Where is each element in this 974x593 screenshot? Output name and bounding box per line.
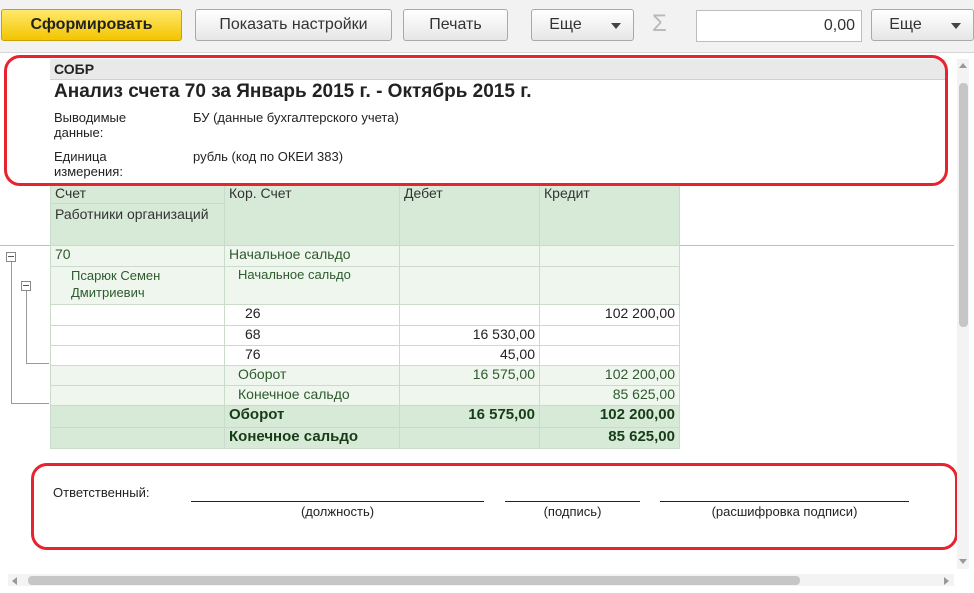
- collapse-icon[interactable]: [6, 252, 16, 262]
- cell-debit: 16 530,00: [399, 325, 540, 346]
- report-title: Анализ счета 70 за Январь 2015 г. - Октя…: [54, 81, 532, 102]
- table-row[interactable]: 68 16 530,00: [50, 325, 680, 346]
- cell-credit: [539, 325, 680, 346]
- table-row[interactable]: Конечное сальдо 85 625,00: [50, 385, 680, 406]
- vertical-scroll-thumb[interactable]: [959, 83, 968, 327]
- cell-credit: 102 200,00: [539, 304, 680, 326]
- cell-corr: 68: [224, 325, 400, 346]
- column-header-corr: Кор. Счет: [224, 184, 400, 246]
- cell-account: [50, 365, 225, 386]
- table-row[interactable]: Оборот 16 575,00 102 200,00: [50, 405, 680, 428]
- cell-account: [50, 427, 225, 449]
- scroll-right-icon[interactable]: [944, 577, 949, 585]
- column-header-debit: Дебет: [399, 184, 540, 246]
- sigma-icon: Σ: [652, 10, 667, 37]
- cell-debit: [399, 245, 540, 267]
- cell-account: Псарюк Семен Дмитриевич: [50, 266, 225, 305]
- cell-account: 70: [50, 245, 225, 267]
- more-button[interactable]: Еще: [531, 9, 634, 41]
- table-row[interactable]: Оборот 16 575,00 102 200,00: [50, 365, 680, 386]
- cell-corr: 76: [224, 345, 400, 366]
- cell-corr: Начальное сальдо: [224, 245, 400, 267]
- more-button-2[interactable]: Еще: [871, 9, 974, 41]
- chevron-down-icon: [611, 23, 621, 29]
- table-row[interactable]: 26 102 200,00: [50, 304, 680, 326]
- cell-credit: 85 625,00: [539, 385, 680, 406]
- cell-corr: 26: [224, 304, 400, 326]
- param-label-data: Выводимые данные:: [54, 110, 127, 140]
- sign-caption: (подпись): [543, 504, 602, 519]
- cell-credit: [539, 266, 680, 305]
- horizontal-scroll-thumb[interactable]: [28, 576, 800, 585]
- cell-debit: [399, 427, 540, 449]
- cell-credit: [539, 345, 680, 366]
- column-header-account: Счет: [50, 184, 225, 204]
- show-settings-button[interactable]: Показать настройки: [195, 9, 392, 41]
- organization-name: СОБР: [50, 59, 946, 80]
- sum-input[interactable]: [696, 10, 862, 42]
- sign-line: [505, 501, 640, 502]
- tree-line: [11, 262, 12, 404]
- decode-line: [660, 501, 909, 502]
- param-value-unit: рубль (код по ОКЕИ 383): [193, 149, 344, 164]
- scroll-left-icon[interactable]: [12, 577, 17, 585]
- table-row[interactable]: 70 Начальное сальдо: [50, 245, 680, 267]
- table-row[interactable]: 76 45,00: [50, 345, 680, 366]
- column-header-credit: Кредит: [539, 184, 680, 246]
- tree-line: [26, 363, 49, 364]
- scroll-up-icon[interactable]: [959, 63, 967, 68]
- cell-credit: [539, 245, 680, 267]
- cell-account: [50, 345, 225, 366]
- position-line: [191, 501, 484, 502]
- report-area[interactable]: СОБР Анализ счета 70 за Январь 2015 г. -…: [0, 52, 974, 593]
- cell-debit: [399, 304, 540, 326]
- cell-debit: [399, 266, 540, 305]
- tree-line: [26, 291, 27, 364]
- cell-credit: 102 200,00: [539, 405, 680, 428]
- cell-debit: 16 575,00: [399, 405, 540, 428]
- cell-account: [50, 304, 225, 326]
- param-label-unit: Единица измерения:: [54, 149, 123, 179]
- responsible-label: Ответственный:: [53, 485, 150, 500]
- cell-account: [50, 385, 225, 406]
- collapse-icon[interactable]: [21, 281, 31, 291]
- param-value-data: БУ (данные бухгалтерского учета): [193, 110, 399, 125]
- cell-account: [50, 325, 225, 346]
- table-row[interactable]: Псарюк Семен Дмитриевич Начальное сальдо: [50, 266, 680, 305]
- cell-corr: Начальное сальдо: [224, 266, 400, 305]
- more-button-2-label: Еще: [889, 16, 922, 33]
- cell-account: [50, 405, 225, 428]
- report-table: Счет Кор. Счет Дебет Кредит Работники ор…: [50, 184, 680, 449]
- column-header-account-sub: Работники организаций: [50, 203, 225, 246]
- cell-corr: Конечное сальдо: [224, 427, 400, 449]
- cell-debit: 45,00: [399, 345, 540, 366]
- cell-debit: [399, 385, 540, 406]
- print-button[interactable]: Печать: [403, 9, 508, 41]
- cell-corr: Конечное сальдо: [224, 385, 400, 406]
- cell-debit: 16 575,00: [399, 365, 540, 386]
- cell-credit: 85 625,00: [539, 427, 680, 449]
- tree-line: [11, 403, 49, 404]
- generate-button[interactable]: Сформировать: [1, 9, 182, 41]
- scroll-down-icon[interactable]: [959, 559, 967, 564]
- table-header-row: Счет Кор. Счет Дебет Кредит: [50, 184, 680, 246]
- toolbar: Сформировать Показать настройки Печать Е…: [0, 0, 974, 52]
- table-row[interactable]: Конечное сальдо 85 625,00: [50, 427, 680, 449]
- cell-corr: Оборот: [224, 365, 400, 386]
- more-button-label: Еще: [549, 16, 582, 33]
- chevron-down-icon: [951, 23, 961, 29]
- decode-caption: (расшифровка подписи): [711, 504, 858, 519]
- position-caption: (должность): [300, 504, 375, 519]
- cell-credit: 102 200,00: [539, 365, 680, 386]
- cell-corr: Оборот: [224, 405, 400, 428]
